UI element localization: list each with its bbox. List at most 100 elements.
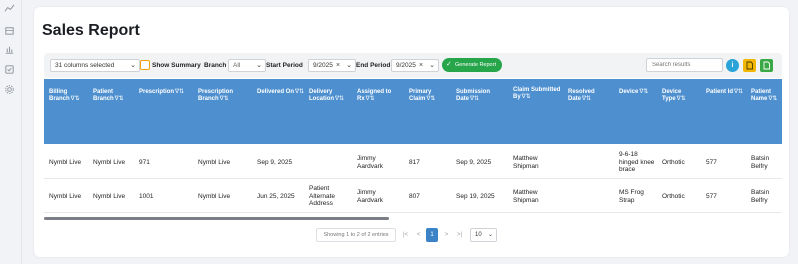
report-toolbar: 31 columns selected ⌄ Show Summary Branc… (44, 53, 782, 78)
cell-delivery-location: Patient Alternate Address (309, 185, 336, 207)
generate-report-button[interactable]: ✓ Generate Report (442, 58, 502, 72)
sort-icon[interactable]: ∇⇅ (582, 96, 591, 102)
cell-device: 9-6-18 hinged knee brace (619, 151, 655, 173)
file-excel-icon (763, 61, 770, 70)
sort-icon[interactable]: ∇⇅ (71, 96, 80, 102)
bar-chart-icon[interactable] (4, 44, 15, 55)
cell-claim-submitted-by: Matthew Shipman (513, 155, 539, 170)
chevron-down-icon: ⌄ (429, 62, 435, 69)
col-prescription[interactable]: Prescription∇⇅ (139, 89, 201, 96)
branch-select[interactable]: All ⌄ (228, 59, 266, 72)
page-1-button[interactable]: 1 (426, 228, 438, 242)
table-row[interactable]: Nymbl Live Nymbl Live 1001 Nymbl Live Ju… (44, 180, 782, 213)
sidebar (0, 0, 22, 264)
sort-icon[interactable]: ∇⇅ (677, 96, 686, 102)
sort-icon[interactable]: ∇⇅ (295, 89, 304, 95)
sales-table: Billing Branch∇⇅ Patient Branch∇⇅ Prescr… (44, 79, 782, 217)
end-period-select[interactable]: 9/2025 × ⌄ (391, 59, 439, 72)
sort-icon[interactable]: ∇⇅ (175, 89, 184, 95)
sort-icon[interactable]: ∇⇅ (470, 96, 479, 102)
table-row[interactable]: Nymbl Live Nymbl Live 971 Nymbl Live Sep… (44, 146, 782, 179)
table-header: Billing Branch∇⇅ Patient Branch∇⇅ Prescr… (44, 79, 782, 144)
clear-icon[interactable]: × (419, 60, 423, 71)
last-page-button[interactable]: >| (454, 228, 465, 242)
pagination-info: Showing 1 to 2 of 2 entries (316, 228, 396, 242)
cell-billing-branch: Nymbl Live (49, 159, 82, 166)
cell-billing-branch: Nymbl Live (49, 193, 82, 200)
cell-prescription: 971 (139, 159, 150, 166)
col-assigned-to-rx[interactable]: Assigned to Rx∇⇅ (357, 89, 405, 103)
page-size-value: 10 (475, 232, 482, 238)
show-summary-checkbox[interactable] (140, 60, 150, 70)
sort-icon[interactable]: ∇⇅ (115, 96, 124, 102)
show-summary-label[interactable]: Show Summary (152, 59, 201, 72)
building-icon[interactable] (4, 25, 15, 36)
report-card: Sales Report 31 columns selected ⌄ Show … (34, 7, 789, 257)
page-title: Sales Report (42, 22, 140, 39)
export-excel-button[interactable] (760, 59, 773, 72)
cell-patient-id: 577 (706, 159, 717, 166)
gear-icon[interactable] (4, 84, 15, 95)
search-input[interactable] (646, 58, 723, 72)
cell-delivered-on: Sep 9, 2025 (257, 159, 293, 166)
cell-submission-date: Sep 19, 2025 (456, 193, 495, 200)
cell-primary-claim: 807 (409, 193, 420, 200)
col-patient-name[interactable]: Patient Name∇⇅ (751, 89, 782, 103)
col-delivered-on[interactable]: Delivered On∇⇅ (257, 89, 307, 96)
branch-label: Branch (204, 62, 227, 69)
col-resolved-date[interactable]: Resolved Date∇⇅ (568, 89, 616, 103)
scrollbar-thumb[interactable] (44, 217, 389, 220)
cell-patient-id: 577 (706, 193, 717, 200)
cell-patient-branch: Nymbl Live (93, 159, 126, 166)
cell-patient-name: Batsin Belfry (751, 155, 770, 170)
columns-select-value: 31 columns selected (55, 62, 115, 69)
next-page-button[interactable]: > (441, 228, 452, 242)
cell-claim-submitted-by: Matthew Shipman (513, 189, 539, 204)
start-period-select[interactable]: 9/2025 × ⌄ (308, 59, 356, 72)
prev-page-button[interactable]: < (413, 228, 424, 242)
sort-icon[interactable]: ∇⇅ (639, 89, 648, 95)
first-page-button[interactable]: |< (400, 228, 411, 242)
col-billing-branch[interactable]: Billing Branch∇⇅ (49, 89, 89, 103)
cell-assigned-to-rx: Jimmy Aardvark (357, 155, 384, 170)
col-prescription-branch[interactable]: Prescription Branch∇⇅ (198, 89, 254, 103)
chevron-down-icon: ⌄ (130, 62, 136, 69)
cell-prescription: 1001 (139, 193, 154, 200)
col-device-type[interactable]: Device Type∇⇅ (662, 89, 702, 103)
page-size-select[interactable]: 10 ⌄ (470, 228, 497, 242)
sort-icon[interactable]: ∇⇅ (768, 96, 777, 102)
cell-delivered-on: Jun 25, 2025 (257, 193, 295, 200)
info-icon: i (731, 62, 734, 69)
col-delivery-location[interactable]: Delivery Location∇⇅ (309, 89, 359, 103)
cell-submission-date: Sep 9, 2025 (456, 159, 492, 166)
chevron-down-icon: ⌄ (487, 232, 493, 238)
file-pdf-icon (746, 61, 753, 70)
sort-icon[interactable]: ∇⇅ (335, 96, 344, 102)
clear-icon[interactable]: × (336, 60, 340, 71)
col-patient-branch[interactable]: Patient Branch∇⇅ (93, 89, 133, 103)
check-icon: ✓ (446, 61, 452, 68)
cell-device-type: Orthotic (662, 159, 685, 166)
col-claim-submitted-by[interactable]: Claim Submitted By∇⇅ (513, 87, 567, 101)
export-pdf-button[interactable] (743, 59, 756, 72)
checkbox-icon[interactable] (4, 64, 15, 75)
chevron-down-icon: ⌄ (256, 62, 262, 69)
horizontal-scrollbar[interactable] (44, 217, 782, 222)
sort-icon[interactable]: ∇⇅ (220, 96, 229, 102)
sort-icon[interactable]: ∇⇅ (366, 96, 375, 102)
columns-select[interactable]: 31 columns selected ⌄ (50, 59, 140, 72)
sort-icon[interactable]: ∇⇅ (522, 94, 531, 100)
branch-select-value: All (233, 62, 241, 69)
col-primary-claim[interactable]: Primary Claim∇⇅ (409, 89, 451, 103)
sort-icon[interactable]: ∇⇅ (426, 96, 435, 102)
grid-dots-icon[interactable] (4, 3, 15, 14)
cell-assigned-to-rx: Jimmy Aardvark (357, 189, 384, 204)
col-submission-date[interactable]: Submission Date∇⇅ (456, 89, 514, 103)
sort-icon[interactable]: ∇⇅ (734, 89, 743, 95)
col-device[interactable]: Device∇⇅ (619, 89, 667, 96)
start-period-label: Start Period (266, 62, 303, 69)
col-patient-id[interactable]: Patient Id∇⇅ (706, 89, 746, 96)
cell-patient-branch: Nymbl Live (93, 193, 126, 200)
cell-device-type: Orthotic (662, 193, 685, 200)
info-button[interactable]: i (726, 59, 739, 72)
